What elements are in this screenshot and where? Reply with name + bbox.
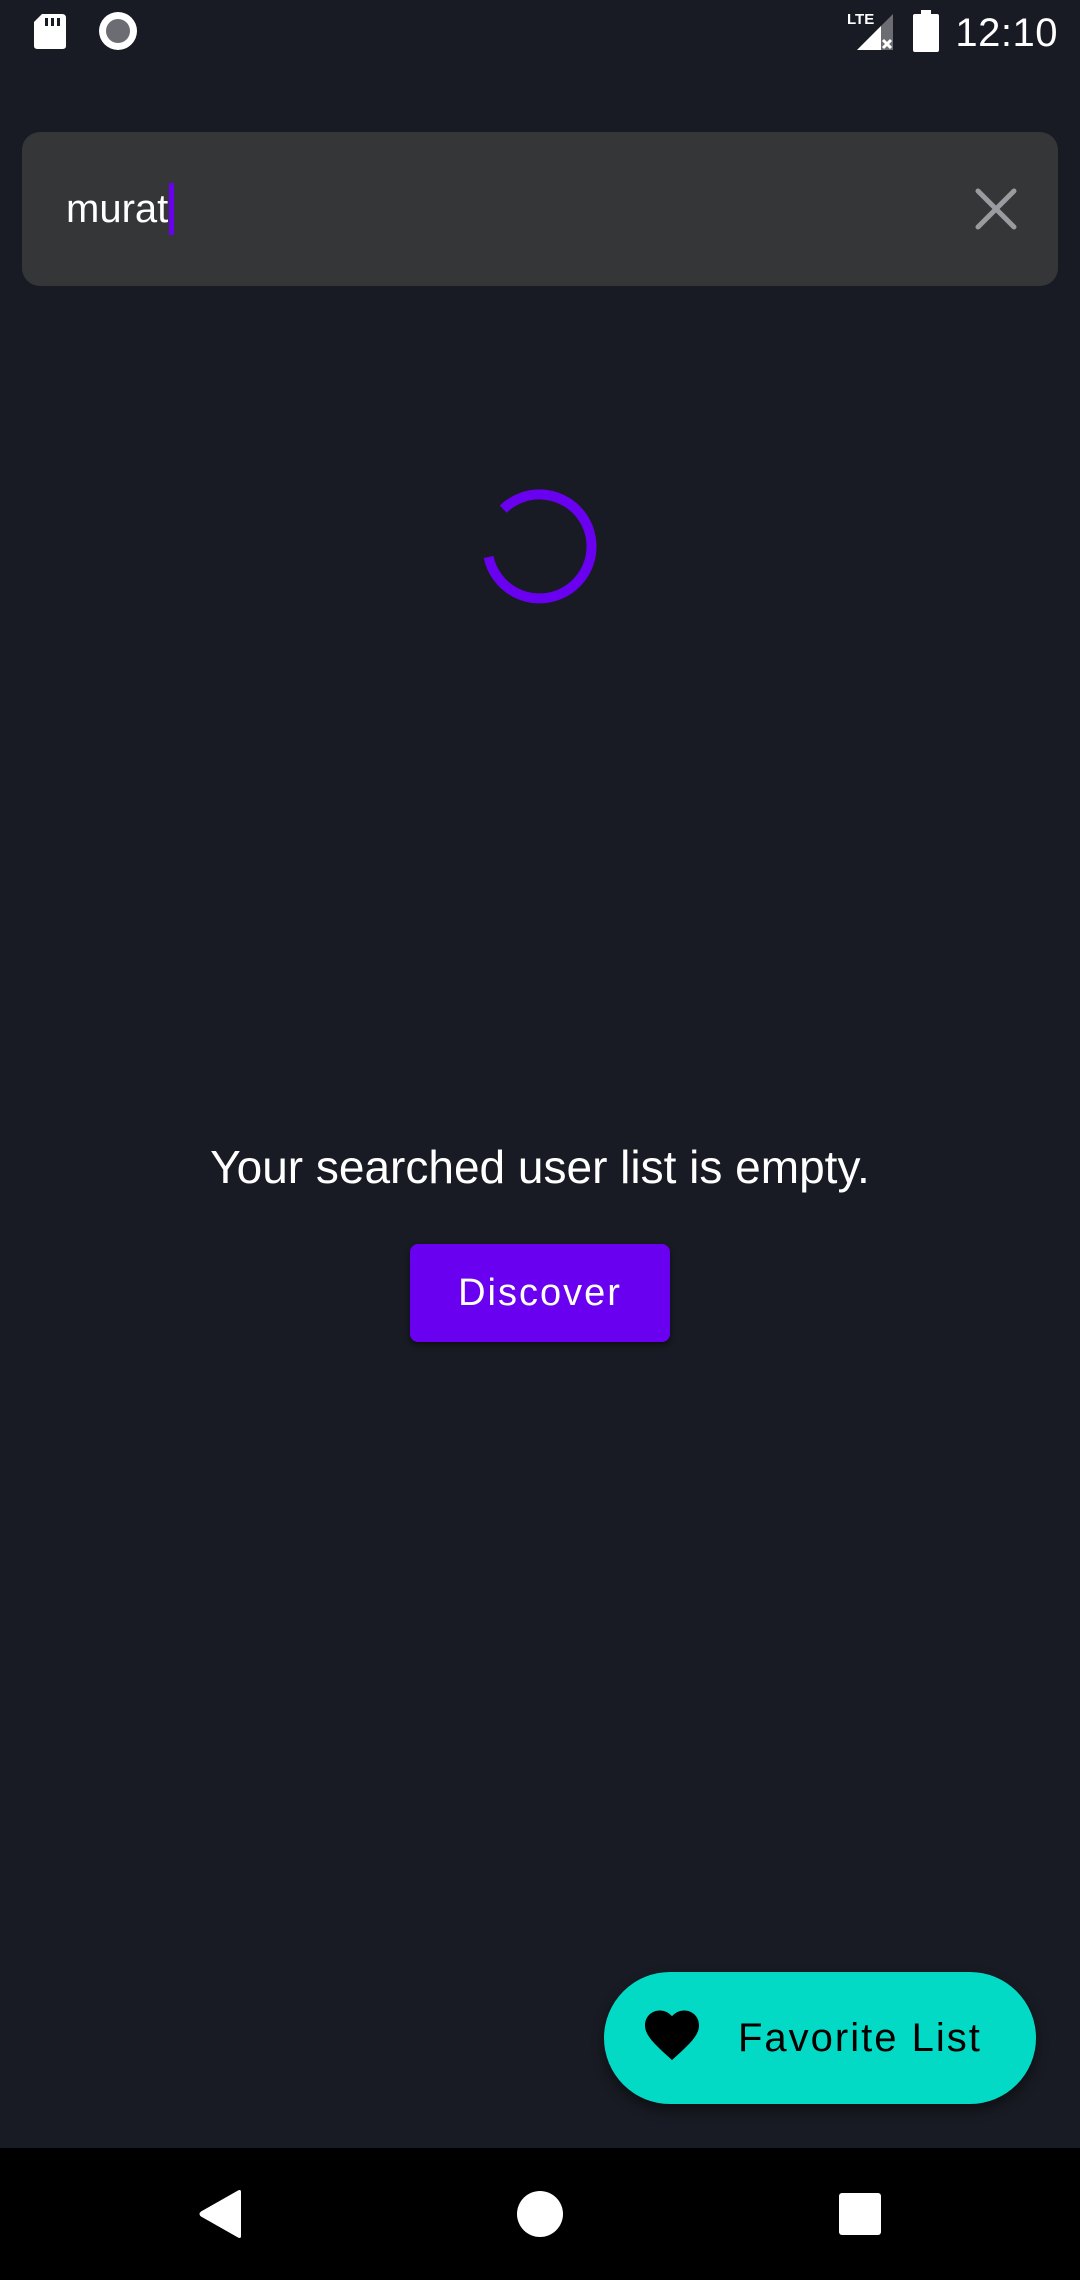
search-input[interactable]: murat [66,132,958,286]
home-icon [517,2191,563,2237]
home-button[interactable] [470,2148,610,2280]
recents-button[interactable] [790,2148,930,2280]
favorite-list-button[interactable]: Favorite List [604,1972,1036,2104]
status-bar: LTE 12:10 [0,0,1080,66]
favorite-list-label: Favorite List [738,2015,982,2060]
svg-text:LTE: LTE [847,11,874,28]
search-input-value: murat [66,186,169,231]
search-bar: murat [22,132,1058,286]
screen: LTE 12:10 murat Your searched user list … [0,0,1080,2280]
text-cursor [169,183,175,235]
back-icon [199,2190,241,2238]
lte-signal-icon: LTE [847,10,895,57]
status-time: 12:10 [955,10,1058,55]
clear-search-button[interactable] [958,171,1034,247]
navigation-bar [0,2148,1080,2280]
discover-button[interactable]: Discover [410,1244,670,1342]
progress-spinner-icon [483,489,597,604]
status-left [32,11,138,56]
record-icon [98,11,138,56]
sd-card-icon [32,12,68,55]
battery-icon [913,9,940,57]
recents-icon [839,2193,881,2235]
close-icon [975,188,1017,230]
heart-icon [644,2010,700,2067]
back-button[interactable] [150,2148,290,2280]
empty-state-message: Your searched user list is empty. [210,1141,870,1193]
loading-spinner [482,488,598,604]
status-right: LTE 12:10 [847,9,1058,57]
